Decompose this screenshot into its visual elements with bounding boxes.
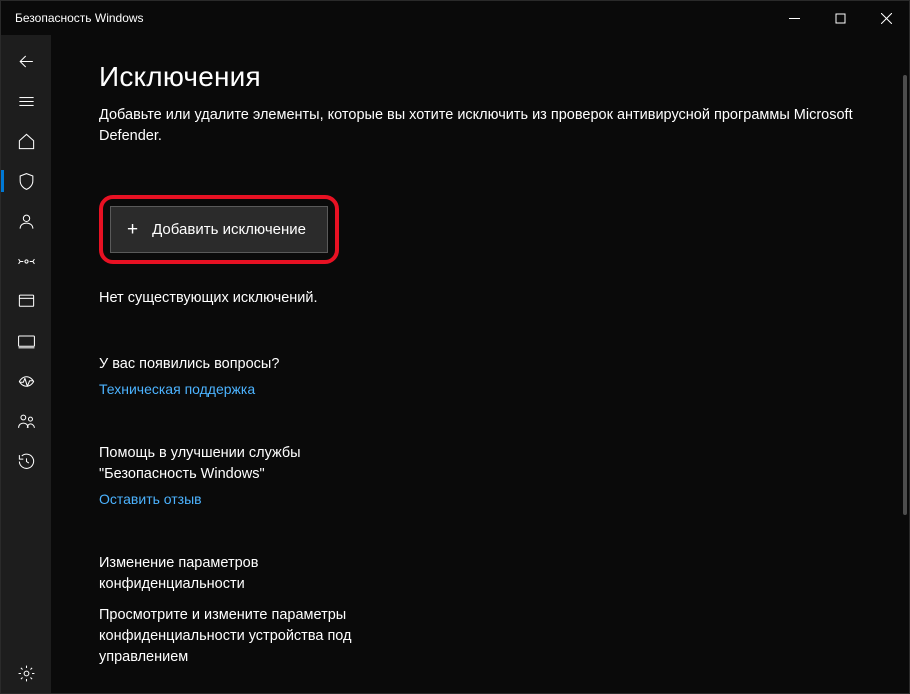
sidebar-item-account-protection[interactable] — [1, 201, 51, 241]
help-section: У вас появились вопросы? Техническая под… — [99, 354, 359, 399]
sidebar-item-protection-history[interactable] — [1, 441, 51, 481]
close-button[interactable] — [863, 1, 909, 35]
page-description: Добавьте или удалите элементы, которые в… — [99, 105, 869, 147]
menu-button[interactable] — [1, 81, 51, 121]
app-window: Безопасность Windows — [0, 0, 910, 694]
sidebar-item-home[interactable] — [1, 121, 51, 161]
window-title: Безопасность Windows — [15, 11, 144, 25]
feedback-section: Помощь в улучшении службы "Безопасность … — [99, 443, 359, 509]
empty-state-text: Нет существующих исключений. — [99, 290, 869, 306]
scrollbar-thumb[interactable] — [903, 75, 907, 515]
help-heading: У вас появились вопросы? — [99, 354, 359, 375]
sidebar — [1, 35, 51, 693]
privacy-sub: Просмотрите и измените параметры конфиде… — [99, 605, 359, 668]
sidebar-item-family-options[interactable] — [1, 401, 51, 441]
titlebar: Безопасность Windows — [1, 1, 909, 35]
minimize-button[interactable] — [771, 1, 817, 35]
body: Исключения Добавьте или удалите элементы… — [1, 35, 909, 693]
feedback-heading: Помощь в улучшении службы "Безопасность … — [99, 443, 359, 485]
scrollbar[interactable] — [902, 75, 907, 691]
window-controls — [771, 1, 909, 35]
leave-feedback-link[interactable]: Оставить отзыв — [99, 491, 202, 507]
back-button[interactable] — [1, 41, 51, 81]
add-exclusion-button[interactable]: + Добавить исключение — [110, 206, 328, 253]
main-content: Исключения Добавьте или удалите элементы… — [51, 35, 909, 693]
page-title: Исключения — [99, 61, 869, 93]
add-exclusion-label: Добавить исключение — [152, 221, 306, 238]
sidebar-item-device-security[interactable] — [1, 321, 51, 361]
sidebar-item-virus-protection[interactable] — [1, 161, 51, 201]
privacy-heading: Изменение параметров конфиденциальности — [99, 553, 359, 595]
tech-support-link[interactable]: Техническая поддержка — [99, 381, 255, 397]
sidebar-item-app-browser[interactable] — [1, 281, 51, 321]
sidebar-item-settings[interactable] — [1, 653, 51, 693]
sidebar-item-device-performance[interactable] — [1, 361, 51, 401]
sidebar-item-firewall[interactable] — [1, 241, 51, 281]
maximize-button[interactable] — [817, 1, 863, 35]
highlight-annotation: + Добавить исключение — [99, 195, 339, 264]
privacy-section: Изменение параметров конфиденциальности … — [99, 553, 359, 668]
plus-icon: + — [127, 220, 138, 239]
